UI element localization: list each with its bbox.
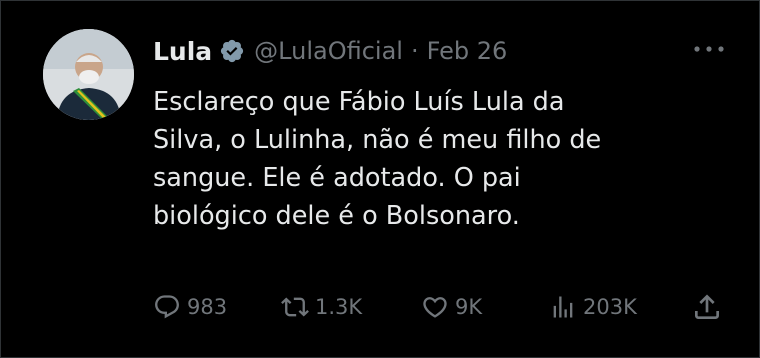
views-count: 203K [583, 295, 637, 319]
like-icon [423, 297, 447, 318]
reply-icon [155, 295, 179, 319]
like-button[interactable]: 9K [421, 287, 482, 327]
retweet-button[interactable]: 1.3K [281, 287, 362, 327]
share-icon [695, 294, 719, 319]
tweet-card: Lula @LulaOficial · Feb 26 Esclareço que… [0, 0, 760, 358]
tweet-date[interactable]: Feb 26 [427, 37, 508, 65]
share-button[interactable] [691, 291, 723, 323]
more-horizontal-icon [694, 46, 724, 52]
views-icon [553, 296, 573, 318]
retweet-icon [281, 297, 309, 317]
author-handle[interactable]: @LulaOficial [254, 37, 403, 65]
like-count: 9K [455, 295, 483, 319]
action-bar: 983 1.3K 9K 203K [153, 287, 733, 327]
author-name[interactable]: Lula [153, 37, 212, 66]
avatar[interactable] [43, 29, 134, 120]
avatar-image [43, 29, 134, 120]
tweet-text: Esclareço que Fábio Luís Lula da Silva, … [153, 87, 602, 231]
more-button[interactable] [689, 37, 729, 61]
reply-count: 983 [187, 295, 228, 319]
retweet-count: 1.3K [315, 295, 363, 319]
header-separator: · [410, 37, 419, 65]
views-button[interactable]: 203K [549, 287, 637, 327]
tweet-header: Lula @LulaOficial · Feb 26 [153, 33, 507, 69]
reply-button[interactable]: 983 [153, 287, 227, 327]
verified-badge-icon [219, 38, 245, 64]
